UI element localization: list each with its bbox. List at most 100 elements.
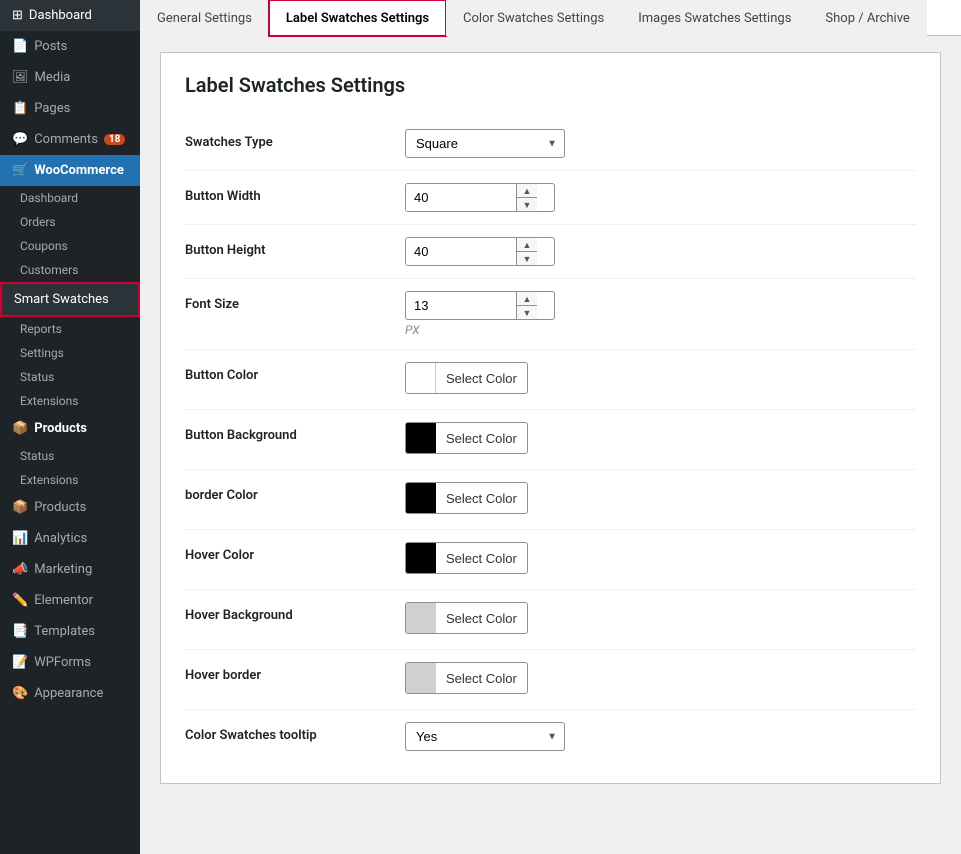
tab-images[interactable]: Images Swatches Settings [621,0,808,36]
sidebar-item-wpforms[interactable]: 📝 WPForms [0,647,140,678]
sidebar-item-products-section[interactable]: 📦 Products [0,413,140,444]
sidebar-item-comments[interactable]: 💬 Comments 18 [0,124,140,155]
border-color-swatch [406,483,436,513]
hover-border-control: Select Color [405,662,916,697]
sidebar-item-woo-status[interactable]: Status [0,365,140,389]
sidebar-item-prod-status[interactable]: Status [0,444,140,468]
font-size-decrement[interactable]: ▼ [517,306,537,319]
font-size-input[interactable] [406,292,516,319]
sidebar-item-dashboard[interactable]: ⊞ Dashboard [0,0,140,31]
button-color-text: Select Color [436,371,527,386]
comments-badge: 18 [104,134,125,145]
analytics-icon: 📊 [12,531,28,546]
marketing-icon: 📣 [12,562,28,577]
sidebar-item-prod-extensions[interactable]: Extensions [0,468,140,492]
button-bg-text: Select Color [436,431,527,446]
color-tooltip-row: Color Swatches tooltip Yes No ▼ [185,710,916,763]
button-bg-label: Button Background [185,422,405,443]
sidebar-item-posts[interactable]: 📄 Posts [0,31,140,62]
button-width-increment[interactable]: ▲ [517,184,537,198]
button-color-picker[interactable]: Select Color [405,362,528,394]
tab-general[interactable]: General Settings [140,0,269,36]
settings-panel: Label Swatches Settings Swatches Type Sq… [160,52,941,784]
font-size-label: Font Size [185,291,405,312]
button-bg-picker[interactable]: Select Color [405,422,528,454]
hover-bg-swatch [406,603,436,633]
tab-color[interactable]: Color Swatches Settings [446,0,621,36]
button-height-row: Button Height ▲ ▼ [185,225,916,279]
sidebar-item-templates[interactable]: 📑 Templates [0,616,140,647]
sidebar-item-woo-orders[interactable]: Orders [0,210,140,234]
sidebar-item-woo-reports[interactable]: Reports [0,317,140,341]
hover-color-text: Select Color [436,551,527,566]
swatches-type-select-wrap: Square Circle Rounded ▼ [405,129,565,158]
border-color-control: Select Color [405,482,916,517]
button-height-input[interactable] [406,238,516,265]
wpforms-icon: 📝 [12,655,28,670]
sidebar-item-woo-customers[interactable]: Customers [0,258,140,282]
hover-border-row: Hover border Select Color [185,650,916,710]
page-title: Label Swatches Settings [185,73,916,97]
tab-shop[interactable]: Shop / Archive [808,0,926,36]
button-bg-control: Select Color [405,422,916,457]
pages-icon: 📋 [12,101,28,116]
hover-color-swatch [406,543,436,573]
button-width-label: Button Width [185,183,405,204]
button-color-swatch [406,363,436,393]
posts-icon: 📄 [12,39,28,54]
border-color-picker[interactable]: Select Color [405,482,528,514]
sidebar-item-appearance[interactable]: 🎨 Appearance [0,678,140,709]
button-color-control: Select Color [405,362,916,397]
sidebar-item-elementor[interactable]: ✏️ Elementor [0,585,140,616]
sidebar-item-woocommerce[interactable]: 🛒 WooCommerce [0,155,140,186]
button-width-input[interactable] [406,184,516,211]
hover-border-picker[interactable]: Select Color [405,662,528,694]
border-color-label: border Color [185,482,405,503]
font-size-control: ▲ ▼ PX [405,291,916,337]
hover-bg-label: Hover Background [185,602,405,623]
swatches-type-control: Square Circle Rounded ▼ [405,129,916,158]
products2-icon: 📦 [12,500,28,515]
hover-color-control: Select Color [405,542,916,577]
button-width-decrement[interactable]: ▼ [517,198,537,211]
hover-color-picker[interactable]: Select Color [405,542,528,574]
font-size-row: Font Size ▲ ▼ PX [185,279,916,350]
sidebar-item-woo-settings[interactable]: Settings [0,341,140,365]
font-size-input-wrap: ▲ ▼ [405,291,555,320]
sidebar-item-woo-coupons[interactable]: Coupons [0,234,140,258]
font-size-spinners: ▲ ▼ [516,292,537,319]
tabs-bar: General Settings Label Swatches Settings… [140,0,961,36]
sidebar-item-marketing[interactable]: 📣 Marketing [0,554,140,585]
color-tooltip-control: Yes No ▼ [405,722,916,751]
tab-label[interactable]: Label Swatches Settings [269,0,446,36]
color-tooltip-select-wrap: Yes No ▼ [405,722,565,751]
media-icon: 🖼 [12,70,29,85]
swatches-type-select[interactable]: Square Circle Rounded [405,129,565,158]
sidebar-item-woo-extensions[interactable]: Extensions [0,389,140,413]
button-width-row: Button Width ▲ ▼ [185,171,916,225]
sidebar-item-woo-dashboard[interactable]: Dashboard [0,186,140,210]
sidebar-item-smart-swatches[interactable]: Smart Swatches [0,282,140,317]
hover-bg-control: Select Color [405,602,916,637]
font-size-increment[interactable]: ▲ [517,292,537,306]
sidebar-item-pages[interactable]: 📋 Pages [0,93,140,124]
hover-color-row: Hover Color Select Color [185,530,916,590]
sidebar-item-products2[interactable]: 📦 Products [0,492,140,523]
button-height-decrement[interactable]: ▼ [517,252,537,265]
elementor-icon: ✏️ [12,593,28,608]
dashboard-icon: ⊞ [12,8,23,23]
sidebar-item-media[interactable]: 🖼 Media [0,62,140,93]
font-size-hint: PX [405,323,916,337]
button-height-spinners: ▲ ▼ [516,238,537,265]
hover-border-label: Hover border [185,662,405,683]
color-tooltip-label: Color Swatches tooltip [185,722,405,743]
appearance-icon: 🎨 [12,686,28,701]
hover-bg-picker[interactable]: Select Color [405,602,528,634]
button-color-label: Button Color [185,362,405,383]
button-height-increment[interactable]: ▲ [517,238,537,252]
products-section-icon: 📦 [12,421,28,436]
button-bg-row: Button Background Select Color [185,410,916,470]
button-color-row: Button Color Select Color [185,350,916,410]
color-tooltip-select[interactable]: Yes No [405,722,565,751]
sidebar-item-analytics[interactable]: 📊 Analytics [0,523,140,554]
